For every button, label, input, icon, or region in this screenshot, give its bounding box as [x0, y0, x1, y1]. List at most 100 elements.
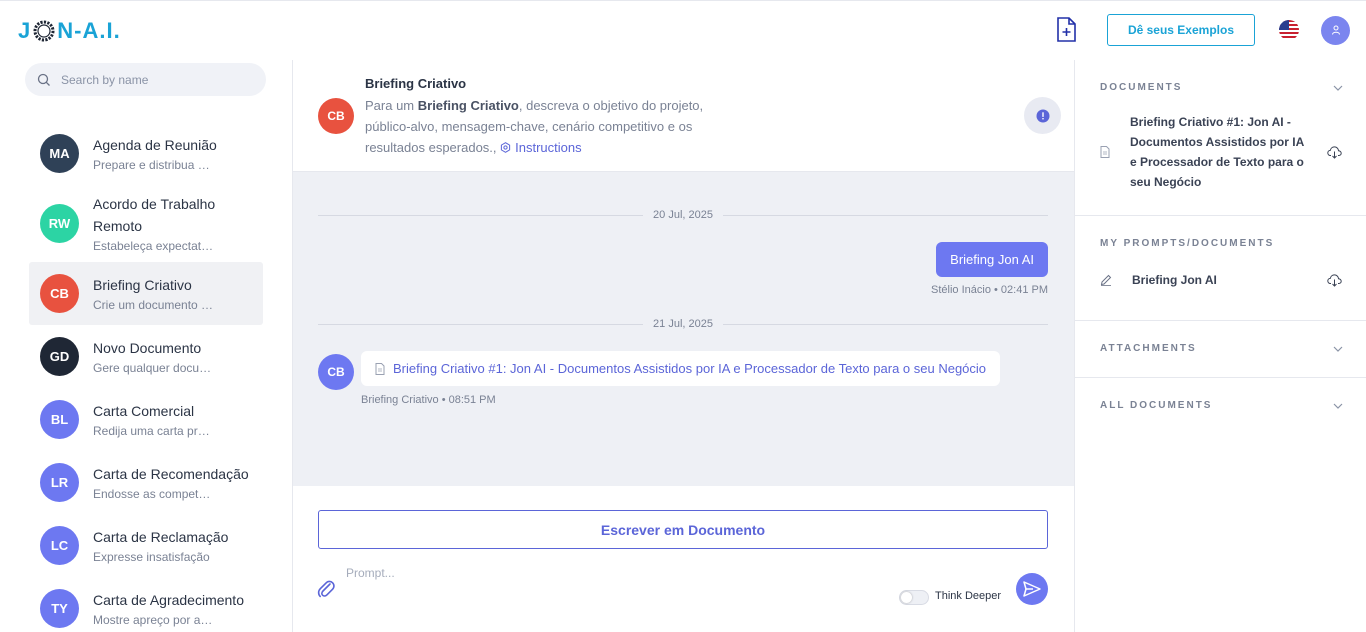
contact-avatar: CB [40, 274, 79, 313]
think-deeper-label: Think Deeper [935, 590, 1002, 602]
gear-logo-icon [33, 20, 55, 42]
chat-avatar: CB [318, 98, 354, 134]
write-to-document-button[interactable]: Escrever em Documento [318, 510, 1048, 549]
settings-icon [501, 142, 511, 153]
contact-item[interactable]: CB Briefing Criativo Crie um documento det… [29, 262, 263, 325]
contact-description: Gere qualquer documento [93, 360, 215, 375]
document-item[interactable]: Briefing Criativo #1: Jon AI - Documento… [1100, 112, 1342, 192]
contact-text: Briefing Criativo Crie um documento detal… [93, 274, 252, 314]
info-button[interactable] [1024, 97, 1061, 134]
contact-text: Novo Documento Gere qualquer documento [93, 337, 252, 377]
attachments-header[interactable]: ATTACHMENTS [1100, 343, 1343, 354]
contact-description: Crie um documento detalhado [93, 297, 215, 312]
prompt-item-label: Briefing Jon AI [1132, 273, 1217, 287]
contact-name: Carta de Recomendação [93, 465, 249, 482]
instructions-link[interactable]: Instructions [500, 140, 582, 155]
contact-text: Acordo de Trabalho Remoto Estabeleça expe… [93, 193, 252, 255]
new-document-icon[interactable] [1055, 17, 1077, 43]
prompt-input[interactable] [346, 566, 886, 580]
contact-item[interactable]: LR Carta de Recomendação Endosse as compet… [29, 451, 263, 514]
search-input[interactable] [61, 72, 251, 87]
give-examples-button[interactable]: Dê seus Exemplos [1106, 14, 1255, 46]
contact-name: Briefing Criativo [93, 276, 192, 293]
all-documents-header[interactable]: ALL DOCUMENTS [1100, 400, 1343, 411]
logo[interactable]: J N-A.I. [18, 15, 121, 47]
search-box [25, 63, 266, 96]
incoming-document-message[interactable]: Briefing Criativo #1: Jon AI - Documento… [361, 351, 1001, 386]
contact-item[interactable]: BL Carta Comercial Redija uma carta profis… [29, 388, 263, 451]
contact-list: MA Agenda de Reunião Prepare e distribua u… [29, 122, 263, 632]
contact-text: Agenda de Reunião Prepare e distribua uma… [93, 134, 252, 174]
contact-text: Carta de Reclamação Expresse insatisfação [93, 526, 252, 566]
chat-area: CB Briefing Criativo Para um Briefing Cr… [293, 60, 1074, 632]
contact-item[interactable]: LC Carta de Reclamação Expresse insatisfaç… [29, 514, 263, 577]
contact-item[interactable]: TY Carta de Agradecimento Mostre apreço po… [29, 577, 263, 632]
contact-avatar: TY [40, 589, 79, 628]
document-icon [1100, 146, 1110, 158]
chevron-down-icon [1333, 403, 1343, 409]
contact-avatar: LR [40, 463, 79, 502]
incoming-message-avatar: CB [318, 354, 354, 390]
my-prompts-header: MY PROMPTS/DOCUMENTS [1100, 238, 1343, 249]
user-avatar[interactable] [1321, 15, 1350, 45]
contact-name: Carta Comercial [93, 402, 195, 419]
document-item-label: Briefing Criativo #1: Jon AI - Documento… [1130, 115, 1304, 189]
contact-description: Prepare e distribua uma agenda [93, 157, 215, 172]
contacts-sidebar: MA Agenda de Reunião Prepare e distribua u… [0, 60, 293, 632]
contact-item[interactable]: GD Novo Documento Gere qualquer documento [29, 325, 263, 388]
prompt-item[interactable]: Briefing Jon AI [1100, 270, 1342, 290]
chevron-down-icon [1333, 346, 1343, 352]
contact-name: Carta de Agradecimento [93, 591, 244, 608]
contact-avatar: RW [40, 204, 79, 243]
logo-text-right: N-A.I. [57, 18, 121, 43]
date-separator: 21 Jul, 2025 [318, 317, 1048, 331]
contact-name: Agenda de Reunião [93, 136, 217, 153]
user-icon [1331, 25, 1340, 35]
chat-header: CB Briefing Criativo Para um Briefing Cr… [293, 60, 1074, 172]
documents-panel: DOCUMENTS Briefing Criativo #1: Jon AI -… [1074, 60, 1366, 632]
contact-text: Carta de Recomendação Endosse as competên… [93, 463, 252, 503]
date-label: 21 Jul, 2025 [653, 318, 713, 330]
contact-text: Carta de Agradecimento Mostre apreço por … [93, 589, 252, 629]
all-documents-section: ALL DOCUMENTS [1075, 378, 1366, 435]
contact-avatar: MA [40, 134, 79, 173]
send-button[interactable] [1016, 573, 1048, 605]
search-icon [37, 73, 50, 86]
incoming-message-text: Briefing Criativo #1: Jon AI - Documento… [393, 361, 987, 376]
chevron-down-icon [1333, 85, 1343, 91]
think-deeper-toggle[interactable] [899, 590, 929, 605]
info-icon [1036, 109, 1049, 122]
cloud-download-icon[interactable] [1327, 145, 1342, 159]
contact-avatar: BL [40, 400, 79, 439]
contact-description: Redija uma carta profissional [93, 423, 215, 438]
contact-description: Endosse as competências [93, 486, 215, 501]
date-label: 20 Jul, 2025 [653, 209, 713, 221]
attachment-icon[interactable] [317, 578, 335, 598]
documents-header[interactable]: DOCUMENTS [1100, 82, 1343, 93]
composer: Escrever em Documento Think Deeper [293, 486, 1074, 632]
chat-title: Briefing Criativo [365, 76, 467, 91]
cloud-download-icon[interactable] [1327, 273, 1342, 287]
us-flag-icon[interactable] [1279, 20, 1299, 40]
instructions-label: Instructions [515, 140, 582, 155]
contact-name: Carta de Reclamação [93, 528, 229, 545]
message-list: 20 Jul, 2025 Briefing Jon AI Stélio Inác… [293, 172, 1074, 486]
document-icon [375, 362, 385, 375]
edit-icon [1100, 274, 1112, 286]
send-icon [1023, 581, 1041, 597]
contact-name: Acordo de Trabalho Remoto [93, 195, 216, 234]
contact-text: Carta Comercial Redija uma carta profissi… [93, 400, 252, 440]
attachments-section: ATTACHMENTS [1075, 321, 1366, 378]
my-prompts-title: MY PROMPTS/DOCUMENTS [1100, 238, 1275, 249]
my-prompts-section: MY PROMPTS/DOCUMENTS Briefing Jon AI [1075, 216, 1366, 321]
desc-bold: Briefing Criativo [417, 98, 519, 113]
contact-item[interactable]: MA Agenda de Reunião Prepare e distribua u… [29, 122, 263, 185]
outgoing-message[interactable]: Briefing Jon AI [936, 242, 1048, 277]
all-documents-title: ALL DOCUMENTS [1100, 400, 1213, 411]
chat-description: Para um Briefing Criativo, descreva o ob… [365, 95, 745, 158]
documents-title: DOCUMENTS [1100, 82, 1183, 93]
contact-item[interactable]: RW Acordo de Trabalho Remoto Estabeleça ex… [29, 185, 263, 262]
top-header: J N-A.I. Dê seus Exemplos [0, 0, 1366, 60]
logo-text-left: J [18, 18, 32, 43]
outgoing-message-meta: Stélio Inácio • 02:41 PM [931, 284, 1048, 296]
